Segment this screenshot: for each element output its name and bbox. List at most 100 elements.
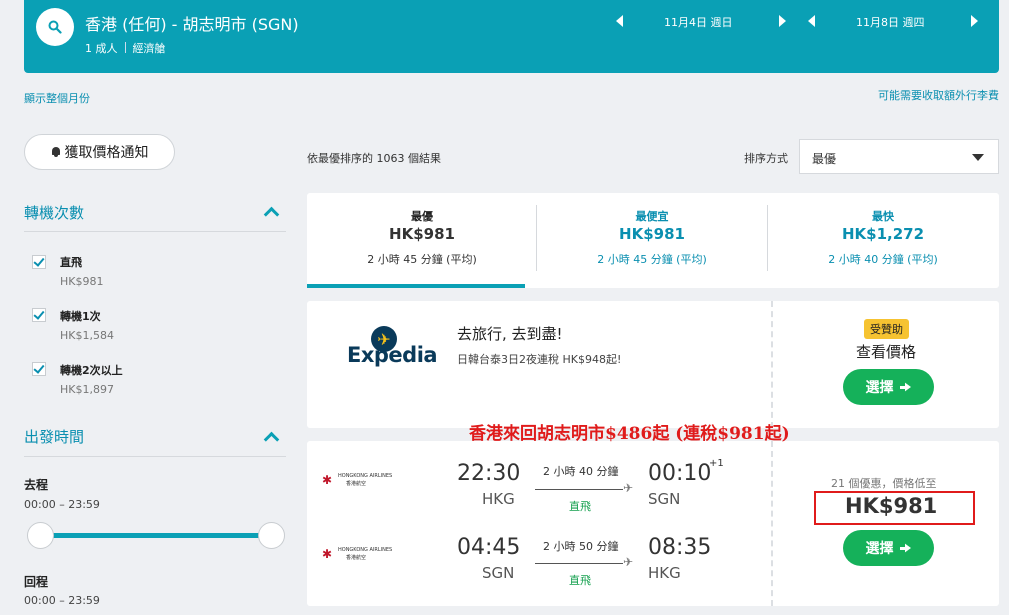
leg1-arrive-time: 00:10 bbox=[648, 461, 712, 486]
leg1-arrive-code: SGN bbox=[648, 490, 681, 508]
outbound-slider-min-handle[interactable] bbox=[27, 522, 54, 549]
expedia-logo[interactable]: Expedia bbox=[347, 343, 438, 367]
airline-name-en: HONGKONG AIRLINES bbox=[338, 547, 393, 553]
depart-prev-day-icon[interactable] bbox=[616, 15, 623, 27]
hongkong-airlines-bauhinia-icon: ✱ bbox=[322, 547, 333, 561]
leg2-arrive-time: 08:35 bbox=[648, 535, 712, 560]
depart-date-picker: 11月4日 週日 bbox=[616, 13, 792, 31]
select-label: 選擇 bbox=[865, 380, 894, 396]
plane-icon: ✈ bbox=[623, 555, 634, 569]
flight-result-card[interactable]: ✱ HONGKONG AIRLINES 香港航空 22:30 HKG 2 小時 … bbox=[307, 441, 999, 606]
bell-icon bbox=[51, 146, 61, 158]
tab-duration: 2 小時 40 分鐘 (平均) bbox=[828, 253, 938, 266]
leg1-stops: 直飛 bbox=[569, 500, 591, 513]
section-divider bbox=[24, 456, 286, 457]
stops-two-plus-checkbox[interactable] bbox=[32, 362, 46, 376]
stops-one-label: 轉機1次 bbox=[60, 310, 101, 323]
tab-price: HK$981 bbox=[619, 225, 685, 243]
plane-icon: ✈ bbox=[623, 481, 634, 495]
route-title[interactable]: 香港 (任何) - 胡志明市 (SGN) bbox=[85, 11, 299, 35]
active-tab-indicator bbox=[307, 284, 525, 288]
tab-title: 最便宜 bbox=[635, 210, 669, 223]
stops-direct-label: 直飛 bbox=[60, 256, 82, 269]
stops-two-plus-label: 轉機2次以上 bbox=[60, 364, 123, 377]
ad-select-button[interactable]: 選擇 bbox=[843, 369, 934, 405]
collapse-chevron-up-icon[interactable] bbox=[263, 431, 280, 448]
tab-title: 最快 bbox=[872, 210, 894, 223]
tab-fastest[interactable]: 最快 HK$1,272 2 小時 40 分鐘 (平均) bbox=[768, 193, 998, 288]
stops-one-checkbox[interactable] bbox=[32, 308, 46, 322]
flight-select-button[interactable]: 選擇 bbox=[843, 530, 934, 566]
divider bbox=[124, 42, 126, 53]
stops-direct-checkbox[interactable] bbox=[32, 255, 46, 269]
arrow-right-icon bbox=[899, 381, 912, 394]
leg2-depart-code: SGN bbox=[482, 564, 515, 582]
return-next-day-icon[interactable] bbox=[971, 15, 978, 27]
outbound-range: 00:00 – 23:59 bbox=[24, 498, 100, 511]
tab-price: HK$1,272 bbox=[841, 225, 925, 243]
stops-direct-price: HK$981 bbox=[60, 275, 104, 288]
card-perforation bbox=[771, 301, 773, 428]
leg1-depart-time: 22:30 bbox=[457, 461, 521, 486]
card-perforation bbox=[771, 441, 773, 606]
sort-value: 最優 bbox=[812, 152, 837, 166]
airline-name-zh: 香港航空 bbox=[346, 481, 367, 487]
leg2-arrive-code: HKG bbox=[648, 564, 681, 582]
leg1-day-offset: +1 bbox=[709, 458, 724, 469]
depart-date[interactable]: 11月4日 週日 bbox=[664, 14, 733, 30]
leg1-route-line bbox=[535, 489, 623, 490]
tab-duration: 2 小時 45 分鐘 (平均) bbox=[597, 253, 707, 266]
stops-filter-title[interactable]: 轉機次數 bbox=[24, 202, 84, 223]
hongkong-airlines-bauhinia-icon: ✱ bbox=[322, 473, 333, 487]
return-date-picker: 11月8日 週四 bbox=[808, 13, 984, 31]
caret-down-icon bbox=[972, 154, 984, 161]
arrow-right-icon bbox=[899, 542, 912, 555]
leg1-depart-code: HKG bbox=[482, 490, 515, 508]
airline-logo: ✱ HONGKONG AIRLINES 香港航空 bbox=[322, 546, 392, 562]
price-alert-label: 獲取價格通知 bbox=[64, 145, 149, 161]
search-icon bbox=[48, 20, 62, 34]
outbound-slider-max-handle[interactable] bbox=[258, 522, 285, 549]
collapse-chevron-up-icon[interactable] bbox=[263, 206, 280, 223]
search-button[interactable] bbox=[36, 8, 74, 46]
airline-name-en: HONGKONG AIRLINES bbox=[338, 473, 393, 479]
outbound-time-slider-track[interactable] bbox=[40, 533, 272, 538]
return-range: 00:00 – 23:59 bbox=[24, 594, 100, 607]
promo-overlay-text: 香港來回胡志明市$486起 (連稅$981起) bbox=[469, 424, 790, 444]
search-summary-header: 香港 (任何) - 胡志明市 (SGN) 1 成人 經濟艙 11月4日 週日 11… bbox=[24, 0, 999, 73]
sort-dropdown[interactable]: 最優 bbox=[799, 139, 999, 174]
show-month-link[interactable]: 顯示整個月份 bbox=[24, 90, 90, 106]
passengers-text: 1 成人 bbox=[85, 42, 118, 55]
return-label: 回程 bbox=[24, 575, 49, 589]
ad-subtitle: 日韓台泰3日2夜連稅 HK$948起! bbox=[457, 353, 622, 366]
ad-title[interactable]: 去旅行, 去到盡! bbox=[457, 323, 563, 344]
tab-price: HK$981 bbox=[389, 225, 455, 243]
section-divider bbox=[24, 231, 286, 232]
cabin-text: 經濟艙 bbox=[132, 42, 166, 55]
passenger-cabin-summary[interactable]: 1 成人 經濟艙 bbox=[85, 40, 166, 56]
tab-cheapest[interactable]: 最便宜 HK$981 2 小時 45 分鐘 (平均) bbox=[537, 193, 767, 288]
price-alert-button[interactable]: 獲取價格通知 bbox=[24, 134, 175, 170]
tab-best[interactable]: 最優 HK$981 2 小時 45 分鐘 (平均) bbox=[307, 193, 537, 288]
view-price-text: 查看價格 bbox=[856, 343, 917, 361]
airline-name-zh: 香港航空 bbox=[346, 555, 367, 561]
leg2-duration: 2 小時 50 分鐘 bbox=[543, 540, 619, 553]
return-date[interactable]: 11月8日 週四 bbox=[856, 14, 925, 30]
outbound-label: 去程 bbox=[24, 478, 49, 492]
extra-fees-link[interactable]: 可能需要收取額外行李費 bbox=[878, 87, 999, 103]
leg1-duration: 2 小時 40 分鐘 bbox=[543, 465, 619, 478]
leg2-route-line bbox=[535, 563, 623, 564]
depart-next-day-icon[interactable] bbox=[779, 15, 786, 27]
tab-title: 最優 bbox=[411, 210, 433, 223]
stops-one-price: HK$1,584 bbox=[60, 329, 114, 342]
flight-price: HK$981 bbox=[845, 494, 938, 518]
departure-time-filter-title[interactable]: 出發時間 bbox=[24, 426, 84, 447]
stops-two-plus-price: HK$1,897 bbox=[60, 383, 114, 396]
return-prev-day-icon[interactable] bbox=[808, 15, 815, 27]
deals-count: 21 個優惠，價格低至 bbox=[831, 477, 937, 490]
select-label: 選擇 bbox=[865, 541, 894, 557]
leg2-depart-time: 04:45 bbox=[457, 535, 521, 560]
sponsored-ad-card: ✈ Expedia 去旅行, 去到盡! 日韓台泰3日2夜連稅 HK$948起! … bbox=[307, 301, 999, 428]
results-count: 依最優排序的 1063 個結果 bbox=[307, 152, 441, 165]
tab-duration: 2 小時 45 分鐘 (平均) bbox=[367, 253, 477, 266]
